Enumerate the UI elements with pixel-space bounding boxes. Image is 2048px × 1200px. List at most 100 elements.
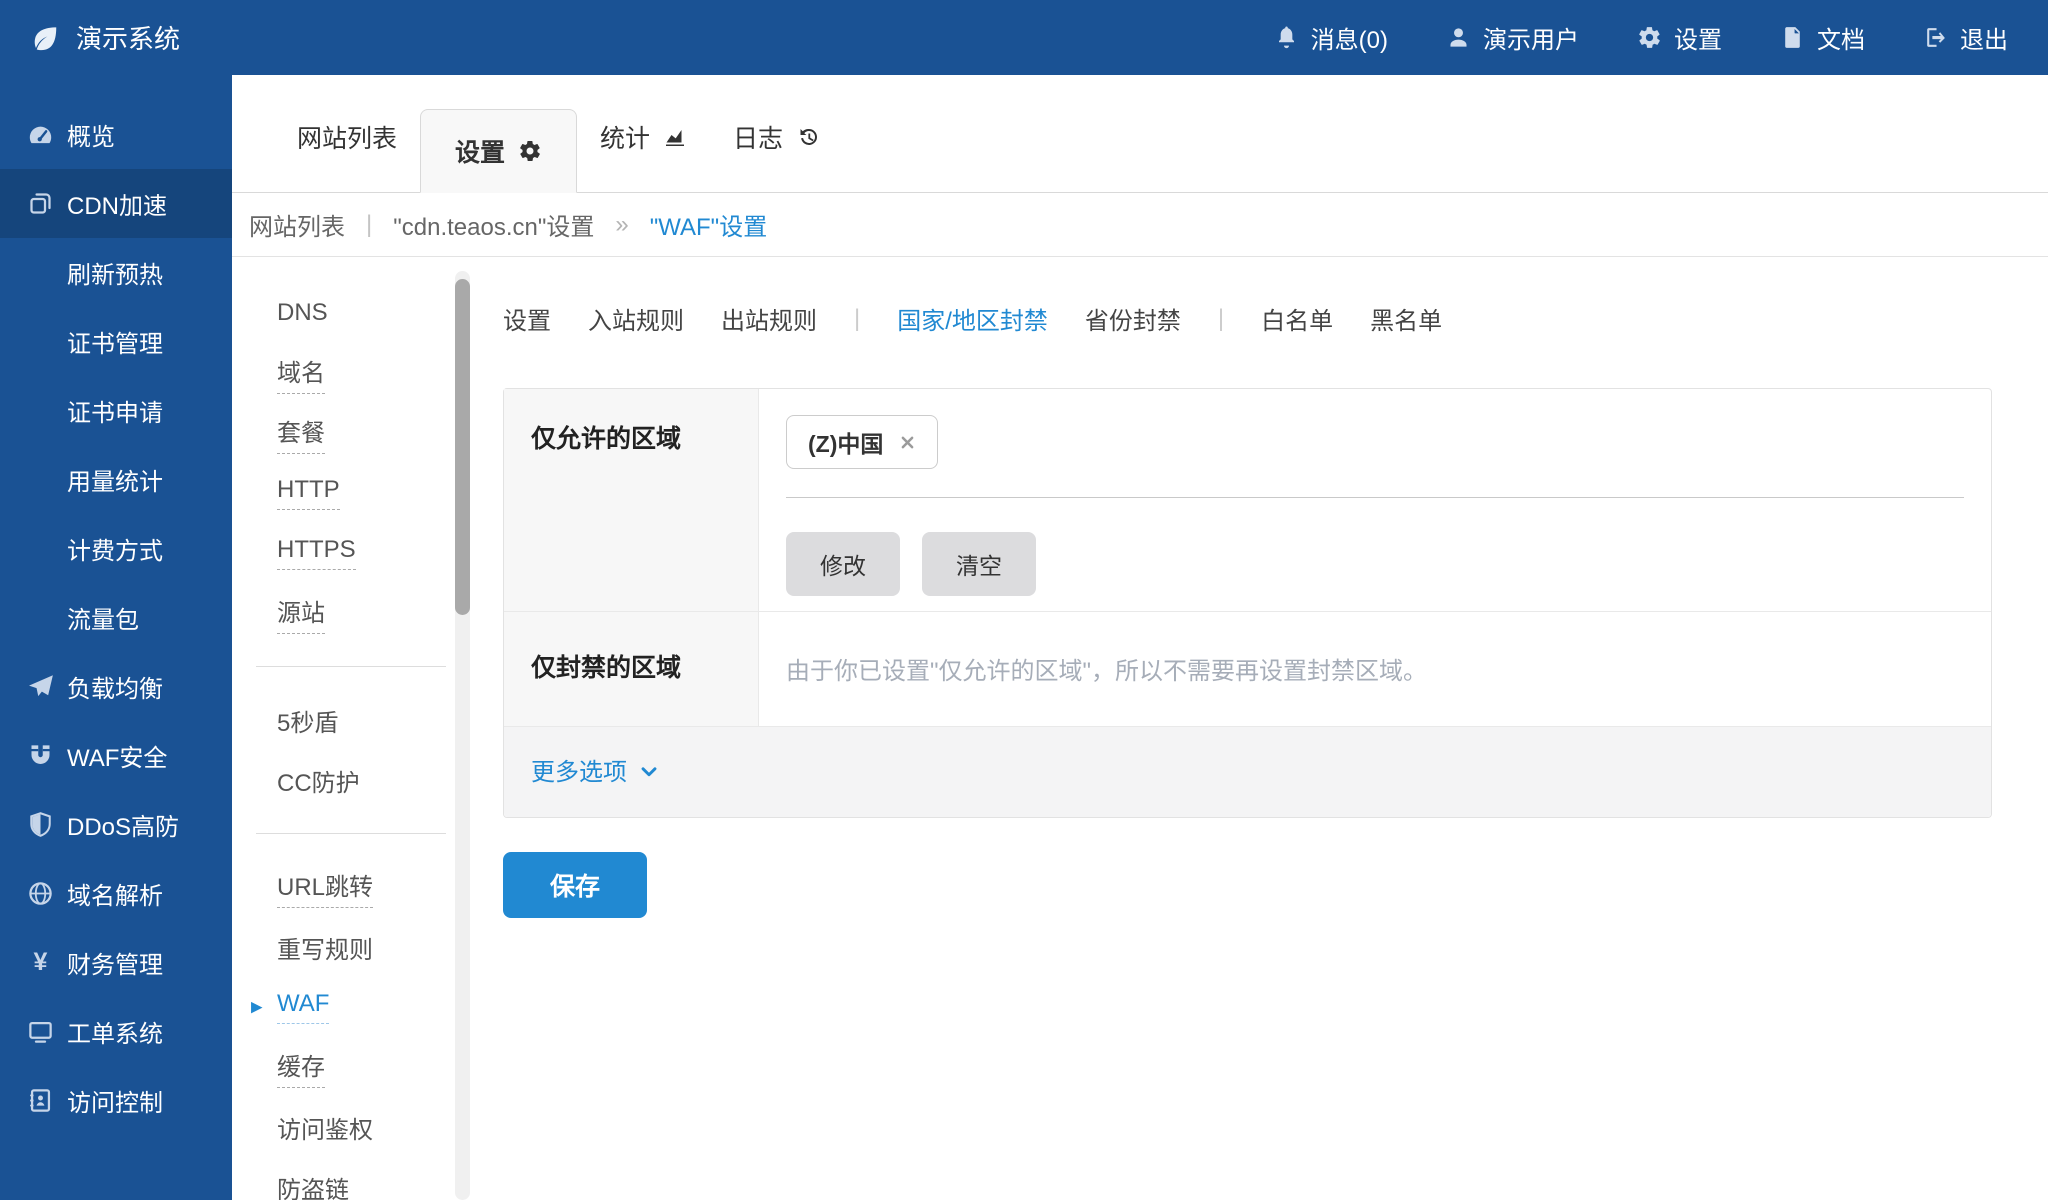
more-options-label: 更多选项 (531, 759, 627, 786)
more-options-link[interactable]: 更多选项 (504, 727, 1991, 817)
submenu-item-plan[interactable]: 套餐 (232, 403, 470, 463)
breadcrumb-site-list[interactable]: 网站列表 (249, 207, 345, 242)
breadcrumb: 网站列表 | "cdn.teaos.cn"设置 » "WAF"设置 (232, 193, 2048, 257)
clear-button[interactable]: 清空 (922, 532, 1036, 596)
sidebar-item-finance[interactable]: ¥ 财务管理 (0, 928, 232, 997)
submenu-label: 防盗链 (277, 1176, 349, 1200)
subtab-outbound-rules[interactable]: 出站规则 (721, 301, 817, 336)
sidebar-item-ddos[interactable]: DDoS高防 (0, 790, 232, 859)
blocked-region-row: 仅封禁的区域 由于你已设置"仅允许的区域"，所以不需要再设置封禁区域。 (504, 612, 1991, 727)
logout-button[interactable]: 退出 (1923, 20, 2008, 55)
messages-button[interactable]: 消息(0) (1274, 20, 1388, 55)
submenu-item-http[interactable]: HTTP (232, 463, 470, 523)
active-arrow-icon: ▶ (251, 998, 263, 1016)
subtab-country-block[interactable]: 国家/地区封禁 (897, 301, 1048, 336)
submenu-item-url-redirect[interactable]: URL跳转 (232, 857, 470, 917)
sidebar-item-overview[interactable]: 概览 (0, 100, 232, 169)
tab-label: 设置 (455, 139, 506, 167)
sidebar-item-tickets[interactable]: 工单系统 (0, 997, 232, 1066)
submenu-label: 源站 (277, 593, 325, 634)
subtab-settings[interactable]: 设置 (503, 301, 551, 336)
subtab-whitelist[interactable]: 白名单 (1261, 301, 1333, 336)
sidebar-item-access-control[interactable]: 访问控制 (0, 1066, 232, 1135)
region-input-underline[interactable] (786, 497, 1964, 498)
top-nav: 消息(0) 演示用户 设置 文档 退出 (1274, 20, 2048, 55)
submenu-item-waf[interactable]: ▶ WAF (232, 977, 470, 1037)
sidebar-item-cert-manage[interactable]: 证书管理 (0, 307, 232, 376)
region-tag-label: (Z)中国 (808, 431, 884, 457)
sidebar-item-traffic-pack[interactable]: 流量包 (0, 583, 232, 652)
submenu-label: 域名 (277, 353, 325, 394)
submenu-item-access-auth[interactable]: 访问鉴权 (232, 1097, 470, 1157)
settings-button[interactable]: 设置 (1637, 20, 1722, 55)
sidebar-item-cert-apply[interactable]: 证书申请 (0, 376, 232, 445)
sidebar-item-label: 域名解析 (67, 883, 163, 910)
sidebar-item-cdn[interactable]: CDN加速 (0, 169, 232, 238)
region-tag-china[interactable]: (Z)中国 (786, 415, 939, 469)
submenu-item-5s-shield[interactable]: 5秒盾 (232, 690, 470, 750)
tab-statistics[interactable]: 统计 (577, 119, 710, 192)
ticket-icon (29, 1021, 52, 1043)
subtab-province-block[interactable]: 省份封禁 (1085, 301, 1181, 336)
submenu-item-dns[interactable]: DNS (232, 283, 470, 343)
subtab-blacklist[interactable]: 黑名单 (1370, 301, 1442, 336)
subtab-inbound-rules[interactable]: 入站规则 (588, 301, 684, 336)
sidebar-item-usage-stats[interactable]: 用量统计 (0, 445, 232, 514)
submenu-label: 重写规则 (277, 936, 373, 964)
sidebar-item-label: CDN加速 (67, 193, 167, 220)
submenu-label: DNS (277, 299, 328, 326)
bell-icon (1278, 26, 1294, 49)
sidebar-item-waf-security[interactable]: WAF安全 (0, 721, 232, 790)
submenu-item-cc-protect[interactable]: CC防护 (232, 750, 470, 810)
waf-panel: 设置 入站规则 出站规则 | 国家/地区封禁 省份封禁 | 白名单 黑名单 仅允… (470, 257, 2048, 1200)
sidebar-item-label: 证书管理 (67, 331, 163, 358)
tab-settings[interactable]: 设置 (420, 109, 578, 193)
sidebar-item-billing[interactable]: 计费方式 (0, 514, 232, 583)
dashboard-icon (29, 126, 52, 144)
main-content: 网站列表 设置 统计 日志 网站列表 | "cdn.teaos.cn"设置 » … (232, 75, 2048, 1200)
globe-icon (29, 882, 52, 905)
sidebar-item-load-balancer[interactable]: 负载均衡 (0, 652, 232, 721)
tab-logs[interactable]: 日志 (710, 119, 843, 192)
breadcrumb-site-settings[interactable]: "cdn.teaos.cn"设置 (393, 207, 594, 242)
breadcrumb-current[interactable]: "WAF"设置 (650, 207, 767, 242)
user-icon (1450, 28, 1467, 47)
sidebar-item-label: 用量统计 (67, 469, 163, 496)
submenu-item-origin[interactable]: 源站 (232, 583, 470, 643)
docs-label: 文档 (1817, 27, 1865, 54)
save-button[interactable]: 保存 (503, 852, 647, 918)
logout-icon (1927, 28, 1945, 47)
messages-label: 消息(0) (1310, 27, 1388, 54)
docs-button[interactable]: 文档 (1780, 20, 1865, 55)
allowed-region-content: (Z)中国 修改 清空 (759, 389, 1991, 611)
submenu-item-https[interactable]: HTTPS (232, 523, 470, 583)
body-row: DNS 域名 套餐 HTTP HTTPS 源站 5秒盾 CC防护 URL跳转 重… (232, 257, 2048, 1200)
submenu-item-hotlink-protect[interactable]: 防盗链 (232, 1157, 470, 1200)
blocked-region-placeholder: 由于你已设置"仅允许的区域"，所以不需要再设置封禁区域。 (786, 658, 1428, 685)
submenu-item-cache[interactable]: 缓存 (232, 1037, 470, 1097)
submenu-item-domain[interactable]: 域名 (232, 343, 470, 403)
tab-site-list[interactable]: 网站列表 (274, 119, 420, 192)
tab-bar: 网站列表 设置 统计 日志 (232, 75, 2048, 193)
brand[interactable]: 演示系统 (0, 19, 180, 56)
submenu-label: 5秒盾 (277, 709, 339, 737)
submenu-scrollbar-thumb[interactable] (455, 279, 470, 615)
sidebar-item-dns-resolve[interactable]: 域名解析 (0, 859, 232, 928)
breadcrumb-arrow: » (615, 210, 629, 238)
submenu-label: 套餐 (277, 413, 325, 454)
user-menu[interactable]: 演示用户 (1446, 20, 1579, 55)
submenu-label: HTTPS (277, 536, 356, 570)
sidebar-item-refresh-preheat[interactable]: 刷新预热 (0, 238, 232, 307)
submenu-scrollbar-track[interactable] (455, 271, 470, 1200)
submenu-label: WAF (277, 990, 330, 1024)
settings-submenu: DNS 域名 套餐 HTTP HTTPS 源站 5秒盾 CC防护 URL跳转 重… (232, 257, 470, 1200)
close-icon[interactable] (899, 434, 916, 451)
sidebar-item-label: 概览 (67, 124, 115, 151)
submenu-item-rewrite-rules[interactable]: 重写规则 (232, 917, 470, 977)
document-icon (1785, 27, 1800, 48)
history-icon (800, 128, 818, 145)
allowed-region-buttons: 修改 清空 (786, 532, 1964, 596)
submenu-label: 缓存 (277, 1047, 325, 1088)
modify-button[interactable]: 修改 (786, 532, 900, 596)
load-balancer-icon (29, 675, 53, 697)
